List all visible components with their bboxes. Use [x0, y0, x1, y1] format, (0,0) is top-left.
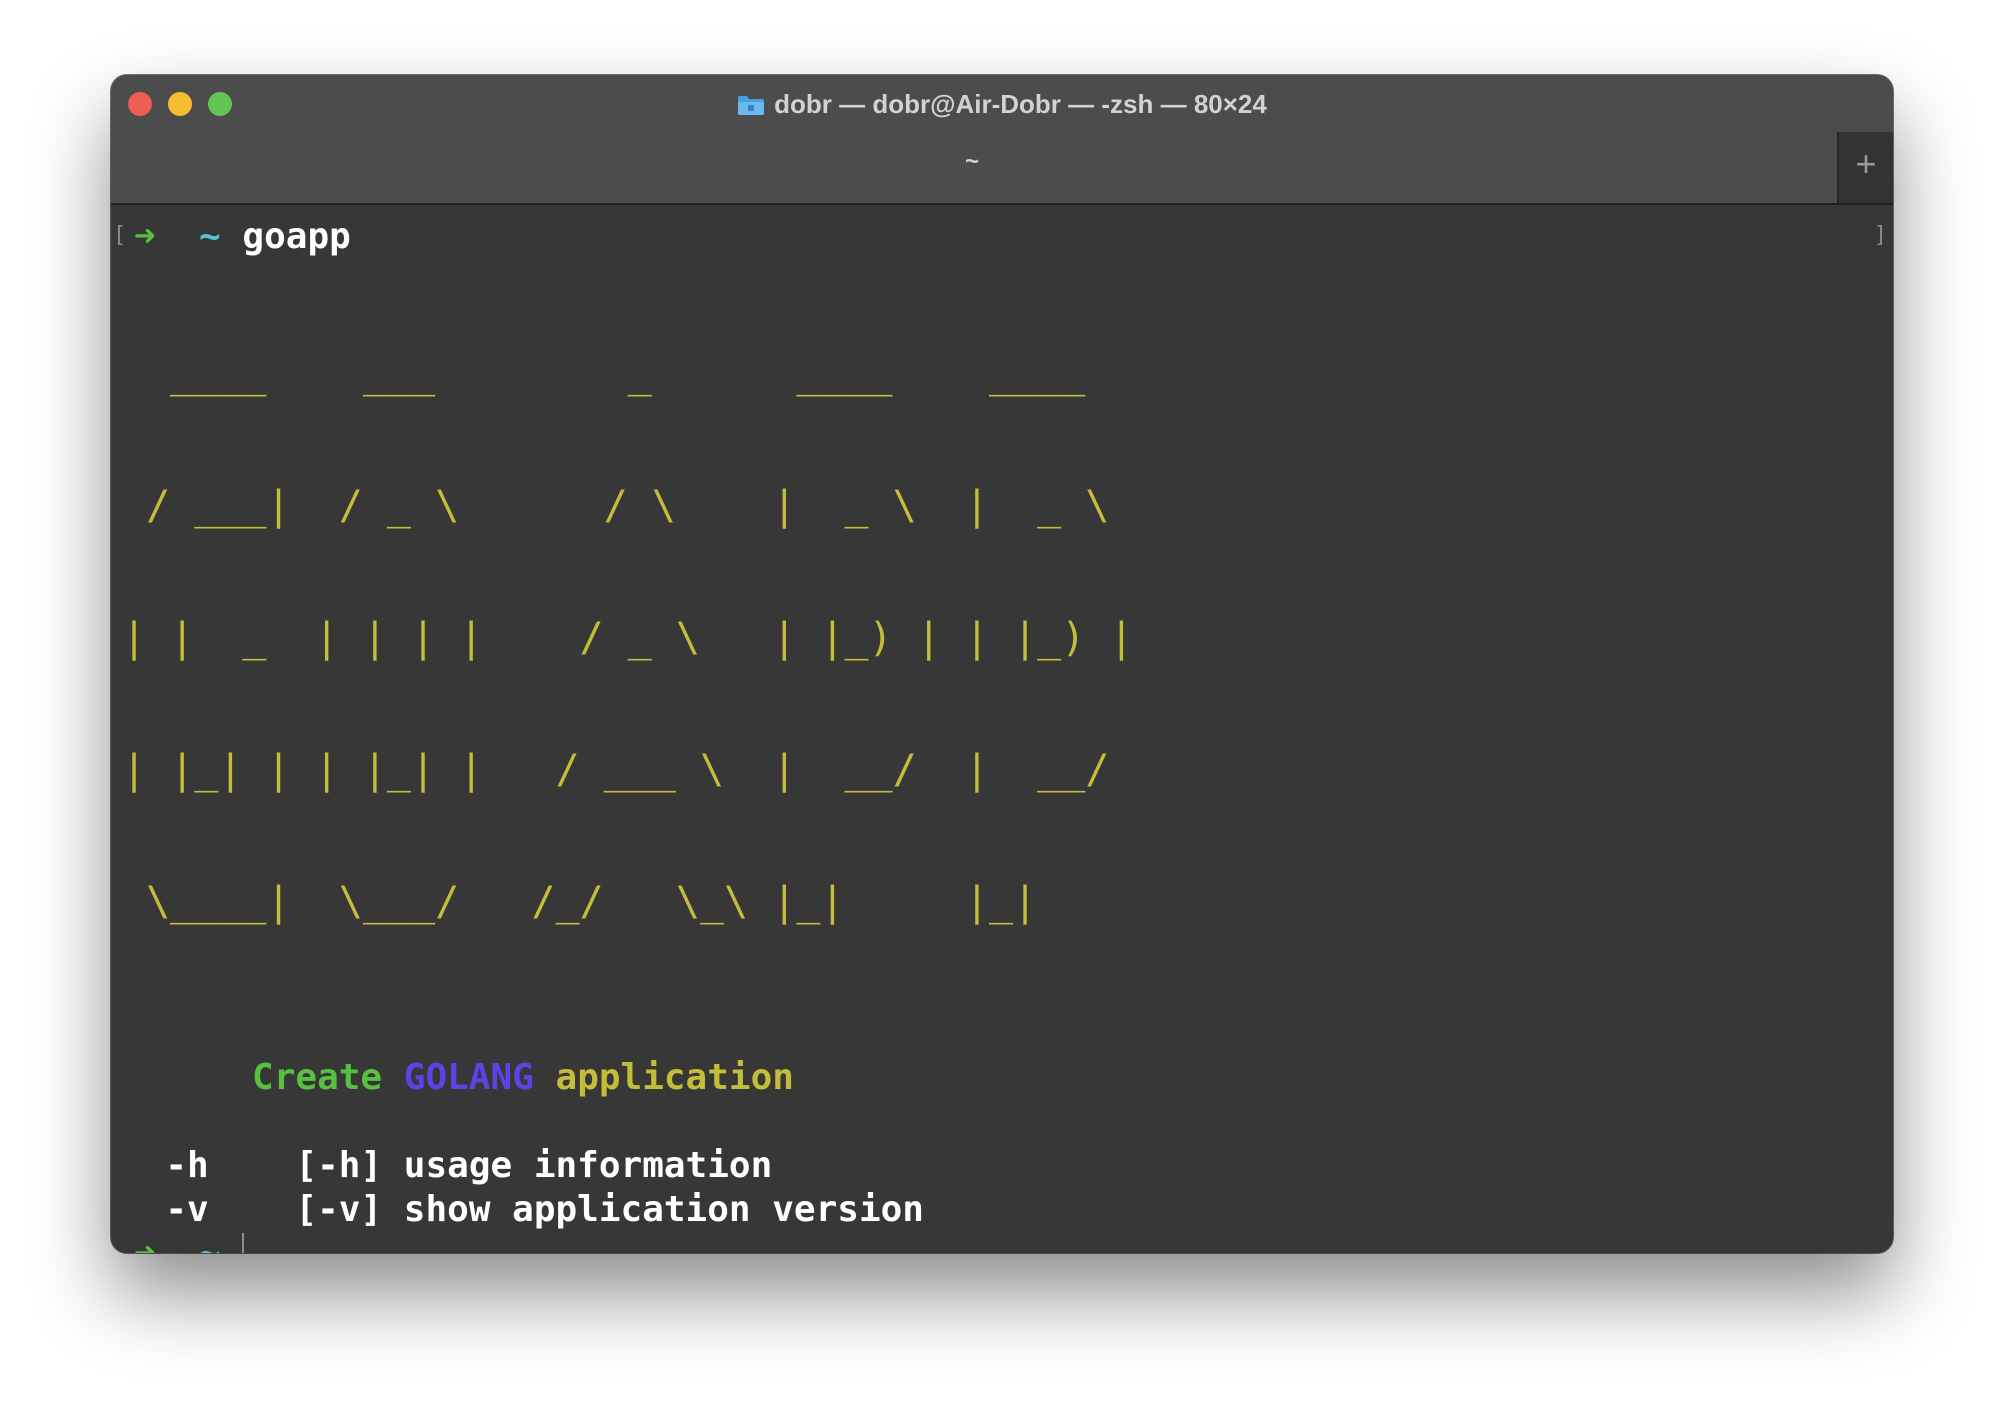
option-line: -v [-v] show application version [122, 1188, 1882, 1232]
tagline-golang: GOLANG [403, 1057, 534, 1098]
ascii-line: \____| \___/ /_/ \_\ |_| |_| [122, 879, 1038, 925]
window-title: dobr — dobr@Air-Dobr — -zsh — 80×24 [111, 87, 1893, 121]
tagline-create: Create [252, 1057, 383, 1098]
new-tab-button[interactable]: + [1837, 132, 1893, 203]
entered-command: goapp [242, 216, 351, 257]
prompt-line: ➜ ~ [122, 1232, 1882, 1253]
folder-icon [738, 96, 765, 115]
prompt-arrow-icon: ➜ [134, 1233, 156, 1253]
ascii-line: / ___| / _ \ / \ | _ \ | _ \ [122, 483, 1110, 529]
prompt-directory: ~ [199, 1233, 221, 1253]
prompt-directory: ~ [199, 216, 221, 257]
window-title-text: dobr — dobr@Air-Dobr — -zsh — 80×24 [774, 89, 1267, 119]
option-flag: -v [165, 1189, 209, 1230]
prompt-line: ➜ ~ goapp [122, 215, 1882, 259]
ascii-line: | |_| | | |_| | / ___ \ | __/ | __/ [122, 747, 1110, 793]
option-description: [-h] usage information [295, 1145, 773, 1186]
tagline-application: application [555, 1057, 794, 1098]
ascii-line: ____ ___ _ ____ ____ [122, 351, 1086, 397]
text-cursor [242, 1233, 245, 1253]
title-bar: dobr — dobr@Air-Dobr — -zsh — 80×24 ~ + [111, 75, 1893, 205]
tab-bar: ~ + [111, 132, 1893, 203]
terminal-window: dobr — dobr@Air-Dobr — -zsh — 80×24 ~ + … [111, 75, 1893, 1253]
option-line: -h [-h] usage information [122, 1144, 1882, 1188]
terminal-output[interactable]: ➜ ~ goapp ____ ___ _ ____ ____ / ___| / … [122, 215, 1882, 1253]
ascii-line: | | _ | | | | / _ \ | |_) | | |_) | [122, 615, 1134, 661]
goapp-ascii-banner: ____ ___ _ ____ ____ / ___| / _ \ / \ | … [122, 264, 1882, 1012]
prompt-arrow-icon: ➜ [134, 216, 156, 257]
option-flag: -h [165, 1145, 209, 1186]
tab-home[interactable]: ~ [111, 148, 1833, 176]
option-description: [-v] show application version [295, 1189, 924, 1230]
tagline: Create GOLANG application [122, 1056, 1882, 1100]
